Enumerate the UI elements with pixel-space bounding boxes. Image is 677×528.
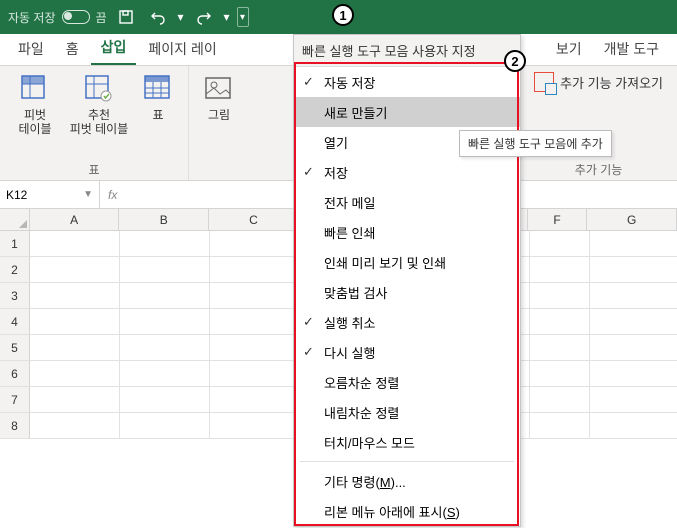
redo-button[interactable]: [191, 4, 217, 30]
toggle-off-icon: [62, 10, 90, 24]
picture-button[interactable]: 그림: [199, 72, 239, 122]
callout-badge-1: 1: [332, 4, 354, 26]
table-icon: [141, 72, 175, 106]
autosave-state: 끔: [96, 9, 107, 26]
table-label: 표: [152, 108, 163, 122]
chevron-down-icon: ▼: [83, 189, 93, 200]
qat-menu-item[interactable]: 새로 만들기: [294, 97, 520, 127]
qat-menu-item[interactable]: 내림차순 정렬: [294, 397, 520, 427]
pivot-table-icon: [18, 72, 52, 106]
row-header[interactable]: 1: [0, 231, 30, 257]
ribbon-group-tables-label: 표: [88, 161, 99, 178]
qat-menu-item-label: 자동 저장: [324, 73, 375, 92]
row-header[interactable]: 5: [0, 335, 30, 361]
qat-menu-item[interactable]: 인쇄 미리 보기 및 인쇄: [294, 247, 520, 277]
qat-menu-item[interactable]: ✓ 실행 취소: [294, 307, 520, 337]
qat-menu-item-label: 열기: [324, 133, 348, 152]
table-button[interactable]: 표: [138, 72, 178, 137]
ribbon-group-addins: 추가 기능 가져오기 추가 기능: [519, 66, 677, 180]
tooltip: 빠른 실행 도구 모음에 추가: [459, 130, 612, 157]
row-header[interactable]: 2: [0, 257, 30, 283]
picture-icon: [202, 72, 236, 106]
recommended-pivot-button[interactable]: 추천 피벗 테이블: [66, 72, 132, 137]
recommended-pivot-label: 추천 피벗 테이블: [70, 108, 129, 137]
picture-label: 그림: [208, 108, 230, 122]
row-header[interactable]: 4: [0, 309, 30, 335]
qat-menu-item-label: 새로 만들기: [324, 103, 387, 122]
tab-developer[interactable]: 개발 도구: [594, 33, 669, 65]
customize-qat-button[interactable]: ▾: [237, 7, 249, 27]
autosave-toggle[interactable]: 자동 저장 끔: [8, 9, 107, 26]
get-addins-button[interactable]: 추가 기능 가져오기: [534, 72, 663, 92]
tab-view[interactable]: 보기: [546, 33, 592, 65]
callout-badge-2: 2: [504, 50, 526, 72]
row-header[interactable]: 6: [0, 361, 30, 387]
row-header[interactable]: 7: [0, 387, 30, 413]
col-header[interactable]: A: [30, 209, 120, 230]
recommended-pivot-icon: [82, 72, 116, 106]
addins-icon: [534, 72, 554, 92]
select-all-corner[interactable]: [0, 209, 30, 230]
qat-menu-item[interactable]: 터치/마우스 모드: [294, 427, 520, 457]
check-icon: ✓: [303, 164, 314, 180]
qat-menu-item-label: 맞춤법 검사: [324, 283, 387, 302]
name-box[interactable]: K12 ▼: [0, 181, 100, 208]
qat-menu-item-label: 다시 실행: [324, 343, 375, 362]
qat-menu-item-label: 리본 메뉴 아래에 표시(S): [324, 502, 460, 521]
qat-menu-item[interactable]: 빠른 인쇄: [294, 217, 520, 247]
qat-menu-item-label: 실행 취소: [324, 313, 375, 332]
redo-dropdown[interactable]: ▾: [223, 10, 231, 24]
tab-insert[interactable]: 삽입: [91, 31, 137, 65]
row-header[interactable]: 3: [0, 283, 30, 309]
fx-label[interactable]: fx: [108, 188, 117, 202]
check-icon: ✓: [303, 314, 314, 330]
row-header[interactable]: 8: [0, 413, 30, 439]
qat-menu-item[interactable]: 오름차순 정렬: [294, 367, 520, 397]
check-icon: ✓: [303, 344, 314, 360]
tab-pagelayout[interactable]: 페이지 레이: [138, 33, 226, 65]
qat-menu-item[interactable]: ✓ 자동 저장: [294, 67, 520, 97]
menu-separator: [300, 461, 514, 462]
get-addins-label: 추가 기능 가져오기: [560, 73, 663, 92]
autosave-label: 자동 저장: [8, 9, 56, 26]
qat-menu-header: 빠른 실행 도구 모음 사용자 지정: [294, 35, 520, 67]
qat-menu-item-label: 빠른 인쇄: [324, 223, 375, 242]
qat-customize-menu: 빠른 실행 도구 모음 사용자 지정 ✓ 자동 저장새로 만들기열기 ✓ 저장전자 메…: [293, 34, 521, 527]
save-button[interactable]: [113, 4, 139, 30]
pivot-table-button[interactable]: 피벗 테이블: [10, 72, 60, 137]
tab-home[interactable]: 홈: [56, 33, 89, 65]
name-box-value: K12: [6, 188, 27, 202]
ribbon-group-tables: 피벗 테이블 추천 피벗 테이블 표 표: [0, 66, 189, 180]
qat-menu-item-label: 저장: [324, 163, 348, 182]
qat-menu-item[interactable]: ✓ 저장: [294, 157, 520, 187]
qat-menu-item[interactable]: 맞춤법 검사: [294, 277, 520, 307]
undo-dropdown[interactable]: ▾: [177, 10, 185, 24]
qat-menu-item-label: 기타 명령(M)...: [324, 472, 406, 491]
ribbon-group-illustrations: 그림: [189, 66, 249, 180]
pivot-table-label: 피벗 테이블: [18, 108, 51, 137]
col-header[interactable]: B: [119, 209, 209, 230]
qat-menu-item-label: 내림차순 정렬: [324, 403, 399, 422]
col-header[interactable]: C: [209, 209, 299, 230]
undo-button[interactable]: [145, 4, 171, 30]
qat-menu-item-label: 전자 메일: [324, 193, 375, 212]
ribbon-group-addins-label: 추가 기능: [575, 161, 623, 178]
qat-menu-item-label: 터치/마우스 모드: [324, 433, 415, 452]
tab-file[interactable]: 파일: [8, 33, 54, 65]
col-header[interactable]: F: [528, 209, 588, 230]
qat-menu-item[interactable]: ✓ 다시 실행: [294, 337, 520, 367]
col-header[interactable]: G: [587, 209, 677, 230]
qat-menu-item[interactable]: 전자 메일: [294, 187, 520, 217]
qat-menu-item-label: 인쇄 미리 보기 및 인쇄: [324, 253, 446, 272]
check-icon: ✓: [303, 74, 314, 90]
qat-menu-item-label: 오름차순 정렬: [324, 373, 399, 392]
qat-menu-show-below-ribbon[interactable]: 리본 메뉴 아래에 표시(S): [294, 496, 520, 526]
qat-menu-more-commands[interactable]: 기타 명령(M)...: [294, 466, 520, 496]
